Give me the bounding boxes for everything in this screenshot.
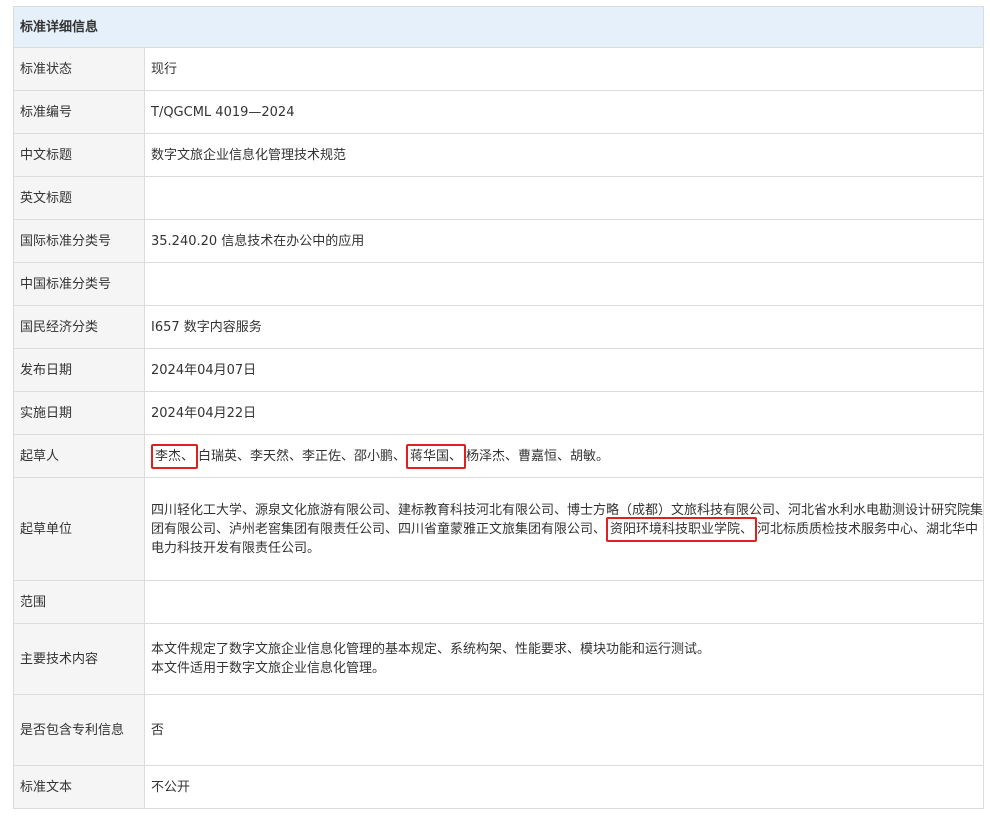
table-row-en-title: 英文标题 — [13, 176, 985, 220]
table-row-text: 标准文本 不公开 — [13, 765, 985, 809]
row-label: 范围 — [13, 580, 145, 624]
table-row-implement-date: 实施日期 2024年04月22日 — [13, 391, 985, 435]
row-value: I657 数字内容服务 — [143, 305, 985, 349]
row-value — [143, 262, 985, 306]
row-label: 国民经济分类 — [13, 305, 145, 349]
row-label: 主要技术内容 — [13, 623, 145, 695]
drafter-names-plain-2: 杨泽杰、曹嘉恒、胡敏。 — [466, 448, 610, 464]
row-value: 35.240.20 信息技术在办公中的应用 — [143, 219, 985, 263]
table-row-status: 标准状态 现行 — [13, 47, 985, 91]
row-value: 2024年04月07日 — [143, 348, 985, 392]
table-row-scope: 范围 — [13, 580, 985, 624]
row-value: 数字文旅企业信息化管理技术规范 — [143, 133, 985, 177]
row-value — [143, 580, 985, 624]
standard-detail-table: 标准详细信息 标准状态 现行 标准编号 T/QGCML 4019—2024 中文… — [12, 6, 985, 809]
content-value: 本文件规定了数字文旅企业信息化管理的基本规定、系统构架、性能要求、模块功能和运行… — [143, 623, 985, 695]
row-label: 实施日期 — [13, 391, 145, 435]
row-value: T/QGCML 4019—2024 — [143, 90, 985, 134]
row-label: 是否包含专利信息 — [13, 694, 145, 766]
row-label: 中国标准分类号 — [13, 262, 145, 306]
drafters-value: 李杰、 白瑞英、李天然、李正佐、邵小鹏、 蒋华国、 杨泽杰、曹嘉恒、胡敏。 — [143, 434, 985, 478]
content-line-2: 本文件适用于数字文旅企业信息化管理。 — [151, 661, 386, 676]
row-label: 中文标题 — [13, 133, 145, 177]
row-label: 标准状态 — [13, 47, 145, 91]
row-value: 2024年04月22日 — [143, 391, 985, 435]
row-value: 现行 — [143, 47, 985, 91]
units-value: 四川轻化工大学、源泉文化旅游有限公司、建标教育科技河北有限公司、博士方略（成都）… — [143, 477, 985, 581]
unit-highlight: 资阳环境科技职业学院、 — [606, 516, 758, 542]
row-label: 国际标准分类号 — [13, 219, 145, 263]
row-label: 标准文本 — [13, 765, 145, 809]
table-row-number: 标准编号 T/QGCML 4019—2024 — [13, 90, 985, 134]
row-label: 标准编号 — [13, 90, 145, 134]
table-row-units: 起草单位 四川轻化工大学、源泉文化旅游有限公司、建标教育科技河北有限公司、博士方… — [13, 477, 985, 581]
table-title: 标准详细信息 — [12, 6, 985, 48]
table-row-ccs: 中国标准分类号 — [13, 262, 985, 306]
table-row-content: 主要技术内容 本文件规定了数字文旅企业信息化管理的基本规定、系统构架、性能要求、… — [13, 623, 985, 695]
table-row-ics: 国际标准分类号 35.240.20 信息技术在办公中的应用 — [13, 219, 985, 263]
table-row-patent: 是否包含专利信息 否 — [13, 694, 985, 766]
row-label: 英文标题 — [13, 176, 145, 220]
table-row-publish-date: 发布日期 2024年04月07日 — [13, 348, 985, 392]
drafter-names-plain-1: 白瑞英、李天然、李正佐、邵小鹏、 — [198, 448, 407, 464]
table-row-drafters: 起草人 李杰、 白瑞英、李天然、李正佐、邵小鹏、 蒋华国、 杨泽杰、曹嘉恒、胡敏。 — [13, 434, 985, 478]
row-label: 发布日期 — [13, 348, 145, 392]
table-header-row: 标准详细信息 — [12, 6, 985, 48]
drafter-highlight-2: 蒋华国、 — [406, 443, 467, 469]
row-value — [143, 176, 985, 220]
content-line-1: 本文件规定了数字文旅企业信息化管理的基本规定、系统构架、性能要求、模块功能和运行… — [151, 642, 711, 657]
table-row-cn-title: 中文标题 数字文旅企业信息化管理技术规范 — [13, 133, 985, 177]
row-label: 起草人 — [13, 434, 145, 478]
row-value: 不公开 — [143, 765, 985, 809]
row-label: 起草单位 — [13, 477, 145, 581]
table-row-economy: 国民经济分类 I657 数字内容服务 — [13, 305, 985, 349]
row-value: 否 — [143, 694, 985, 766]
drafter-highlight-1: 李杰、 — [151, 443, 199, 469]
